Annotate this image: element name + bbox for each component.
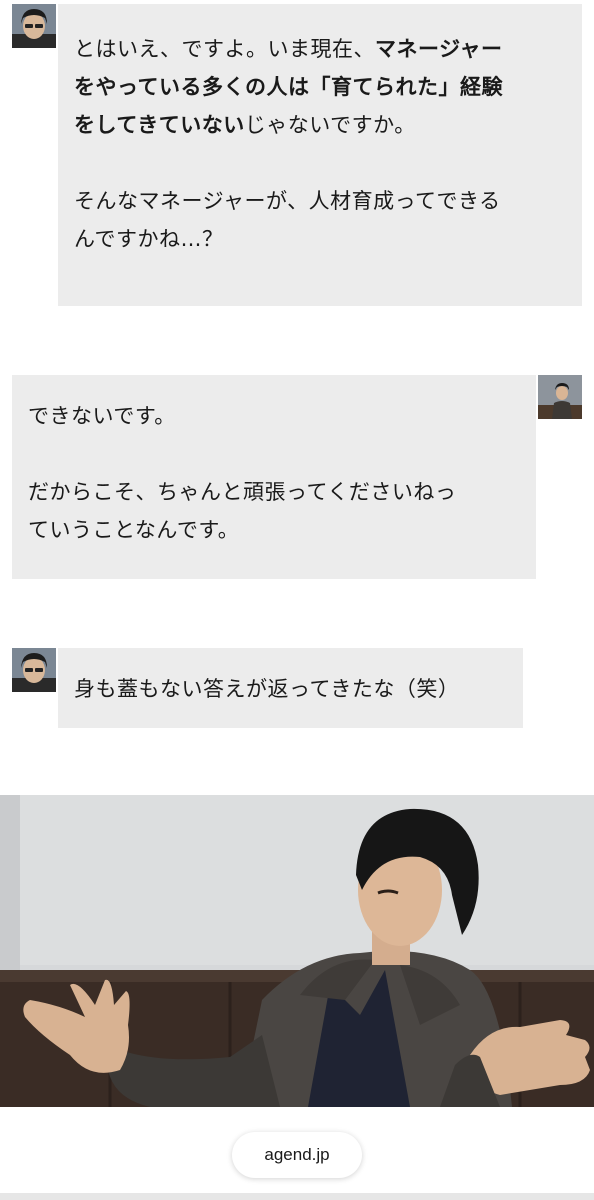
bold-text: マネージャー (375, 37, 503, 61)
next-item-edge (0, 1193, 594, 1200)
message-text: できないです。 (28, 404, 176, 428)
bold-text: をしてきていない (74, 113, 245, 137)
message-paragraph: できないです。 (28, 397, 520, 435)
interviewer-avatar-icon (12, 4, 56, 48)
bold-text: をやっている多くの人は「育てられた」経験 (74, 75, 503, 99)
interviewer-avatar-icon (12, 648, 56, 692)
interview-photo (0, 795, 594, 1107)
message-bubble: できないです。だからこそ、ちゃんと頑張ってくださいねっ ていうことなんです。 (12, 375, 536, 579)
message-paragraph: だからこそ、ちゃんと頑張ってくださいねっ ていうことなんです。 (28, 473, 520, 549)
message-paragraph: そんなマネージャーが、人材育成ってできる んですかね…？ (74, 182, 566, 258)
message-text: とはいえ、ですよ。いま現在、 (74, 37, 375, 61)
message-text: そんなマネージャーが、人材育成ってできる (74, 189, 501, 213)
source-link[interactable]: agend.jp (232, 1132, 362, 1178)
interviewee-avatar-icon (538, 375, 582, 419)
message-text: じゃないですか。 (244, 113, 416, 137)
message-bubble: 身も蓋もない答えが返ってきたな（笑） (58, 648, 523, 728)
message-text: んですかね…？ (74, 227, 224, 251)
message-text: ていうことなんです。 (28, 518, 240, 542)
message-text: だからこそ、ちゃんと頑張ってくださいねっ (28, 480, 457, 504)
message-paragraph: とはいえ、ですよ。いま現在、マネージャーをやっている多くの人は「育てられた」経験… (74, 30, 566, 144)
message-text: 身も蓋もない答えが返ってきたな（笑） (74, 677, 460, 701)
message-paragraph: 身も蓋もない答えが返ってきたな（笑） (74, 670, 507, 708)
message-bubble: とはいえ、ですよ。いま現在、マネージャーをやっている多くの人は「育てられた」経験… (58, 4, 582, 306)
